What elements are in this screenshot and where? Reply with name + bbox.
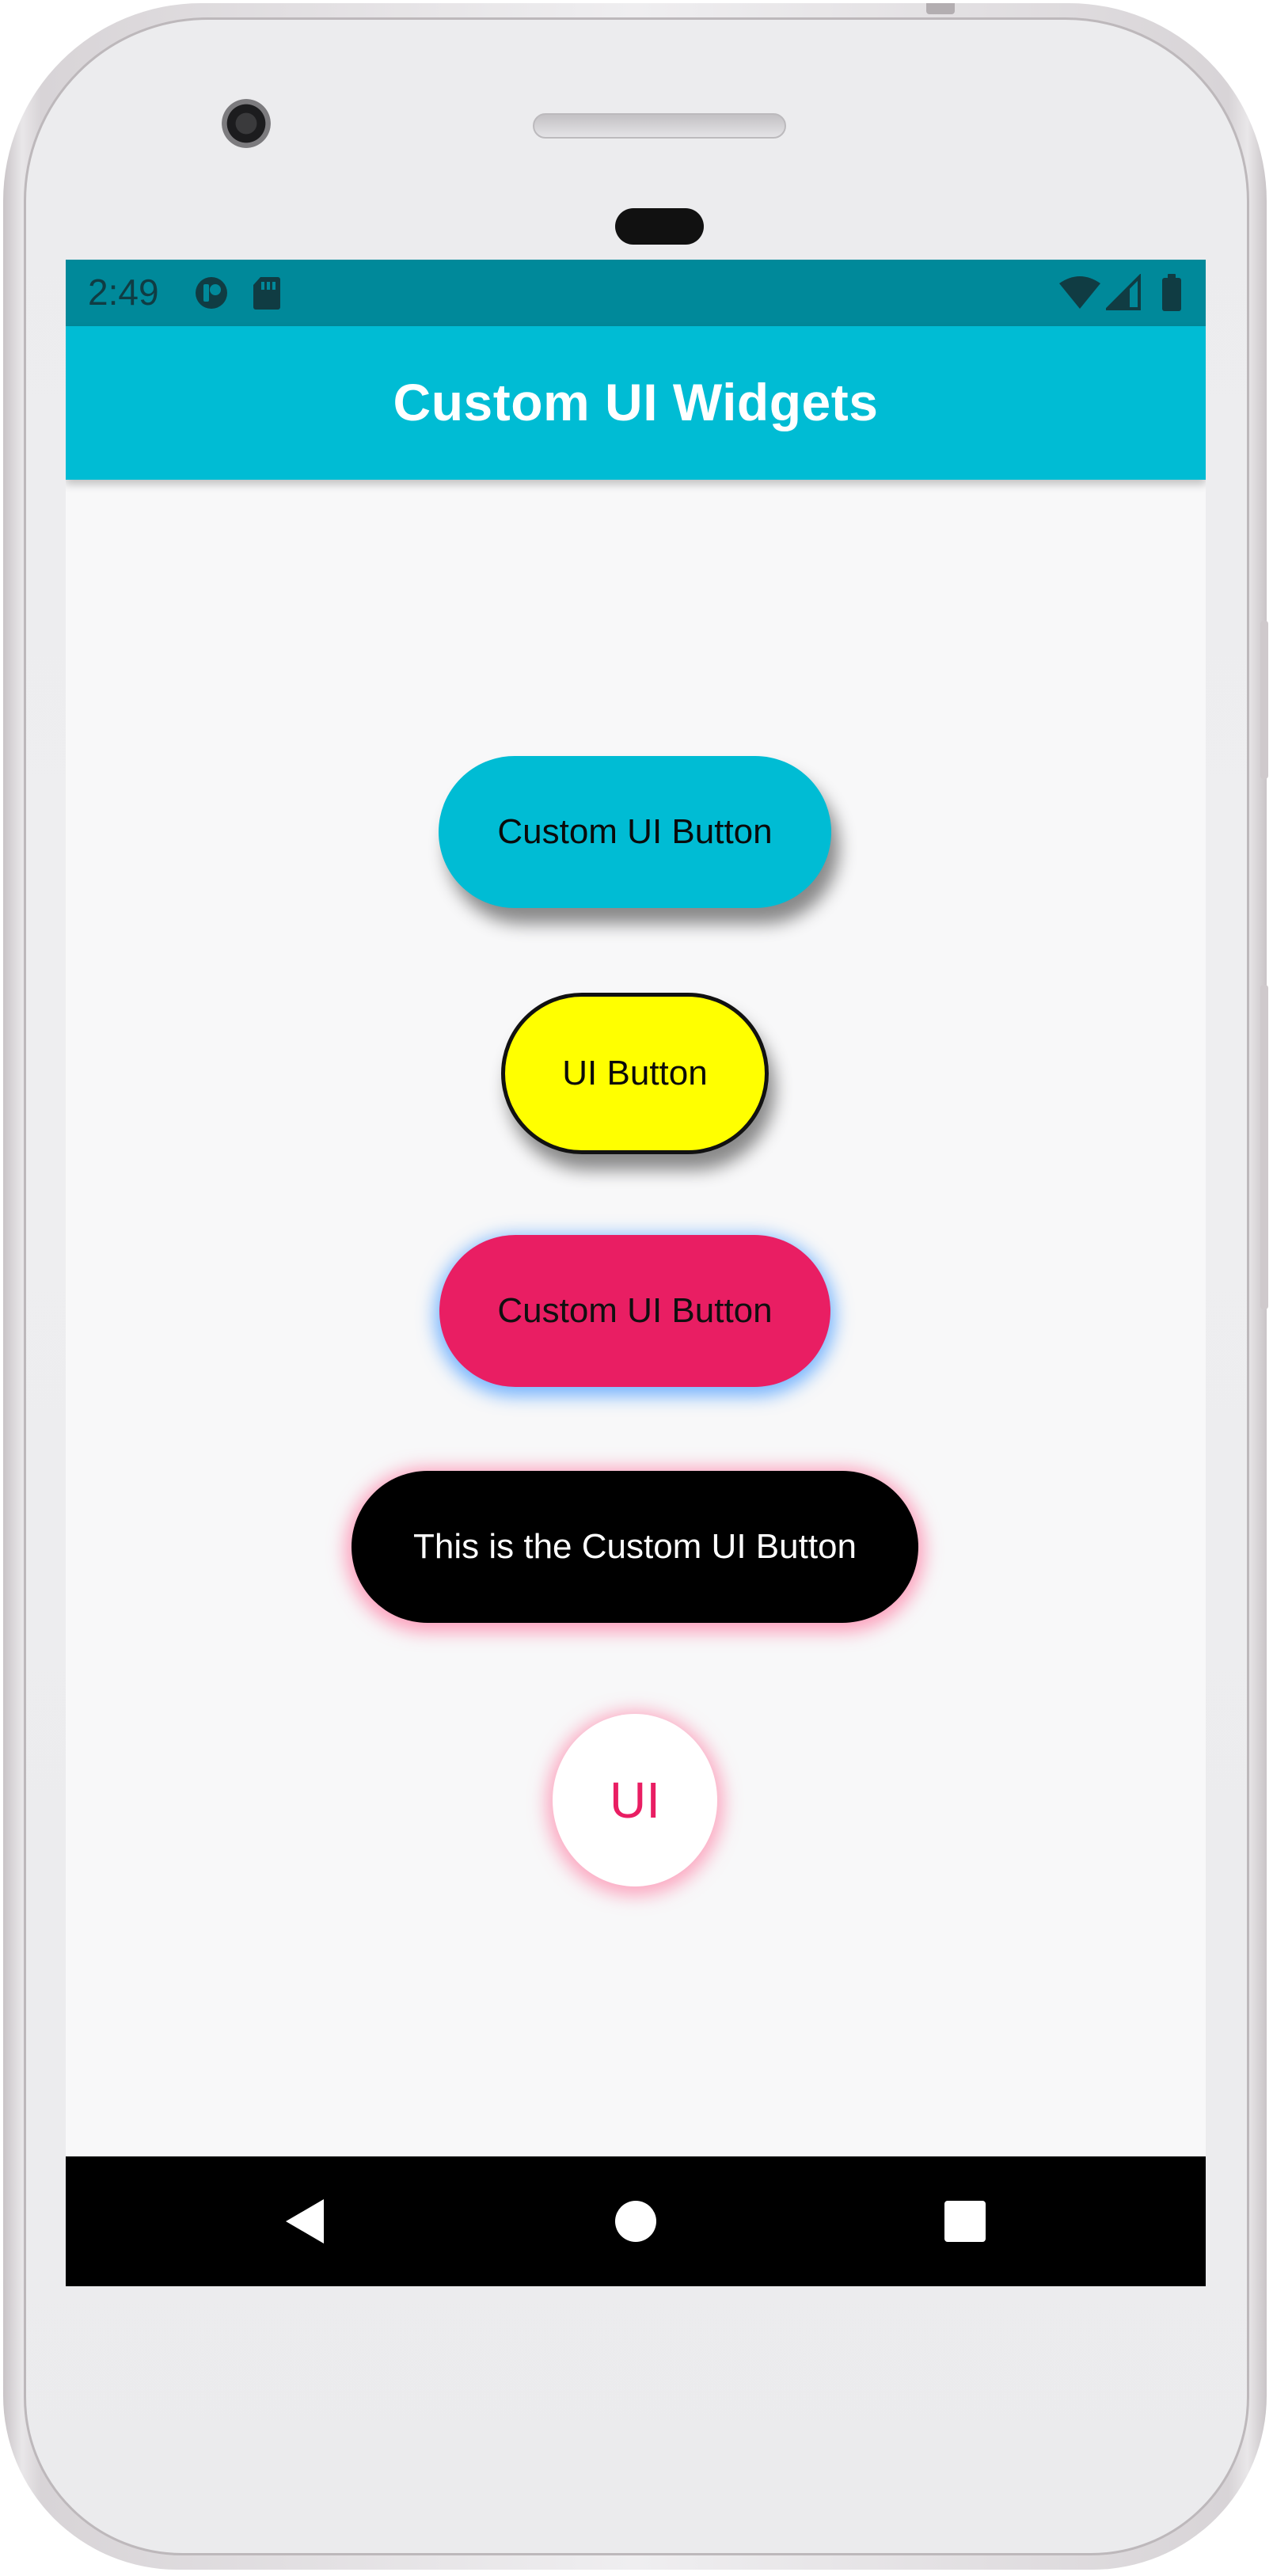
app-title: Custom UI Widgets [393,373,879,431]
power-button [1260,621,1268,779]
phone-top-notch [926,3,955,14]
front-camera-icon [222,99,271,148]
home-icon[interactable] [610,2196,661,2247]
screen: 2:49 Custom UI Widgets Custom UI Button … [66,260,1206,2286]
phone-frame: 2:49 Custom UI Widgets Custom UI Button … [3,3,1268,2570]
status-time: 2:49 [88,272,159,313]
custom-ui-button-cyan[interactable]: Custom UI Button [439,756,831,908]
cellular-signal-icon [1106,274,1141,310]
proximity-sensor [615,208,704,245]
app-notification-icon [196,277,227,309]
volume-button [1260,985,1268,1309]
earpiece-speaker [533,113,786,139]
status-bar: 2:49 [66,260,1206,326]
custom-ui-button-black[interactable]: This is the Custom UI Button [352,1471,918,1623]
navigation-bar [66,2156,1206,2286]
ui-circle-button[interactable]: UI [553,1714,717,1886]
custom-ui-button-pink[interactable]: Custom UI Button [439,1235,830,1387]
ui-button-yellow[interactable]: UI Button [501,993,769,1154]
content-area: Custom UI Button UI Button Custom UI But… [66,480,1206,2156]
back-icon[interactable] [281,2196,332,2247]
app-bar: Custom UI Widgets [66,326,1206,480]
recent-apps-icon[interactable] [940,2196,990,2247]
wifi-icon [1059,276,1100,309]
sd-card-icon [253,277,280,310]
battery-icon [1162,274,1181,311]
device-screenshot: 2:49 Custom UI Widgets Custom UI Button … [0,0,1273,2576]
